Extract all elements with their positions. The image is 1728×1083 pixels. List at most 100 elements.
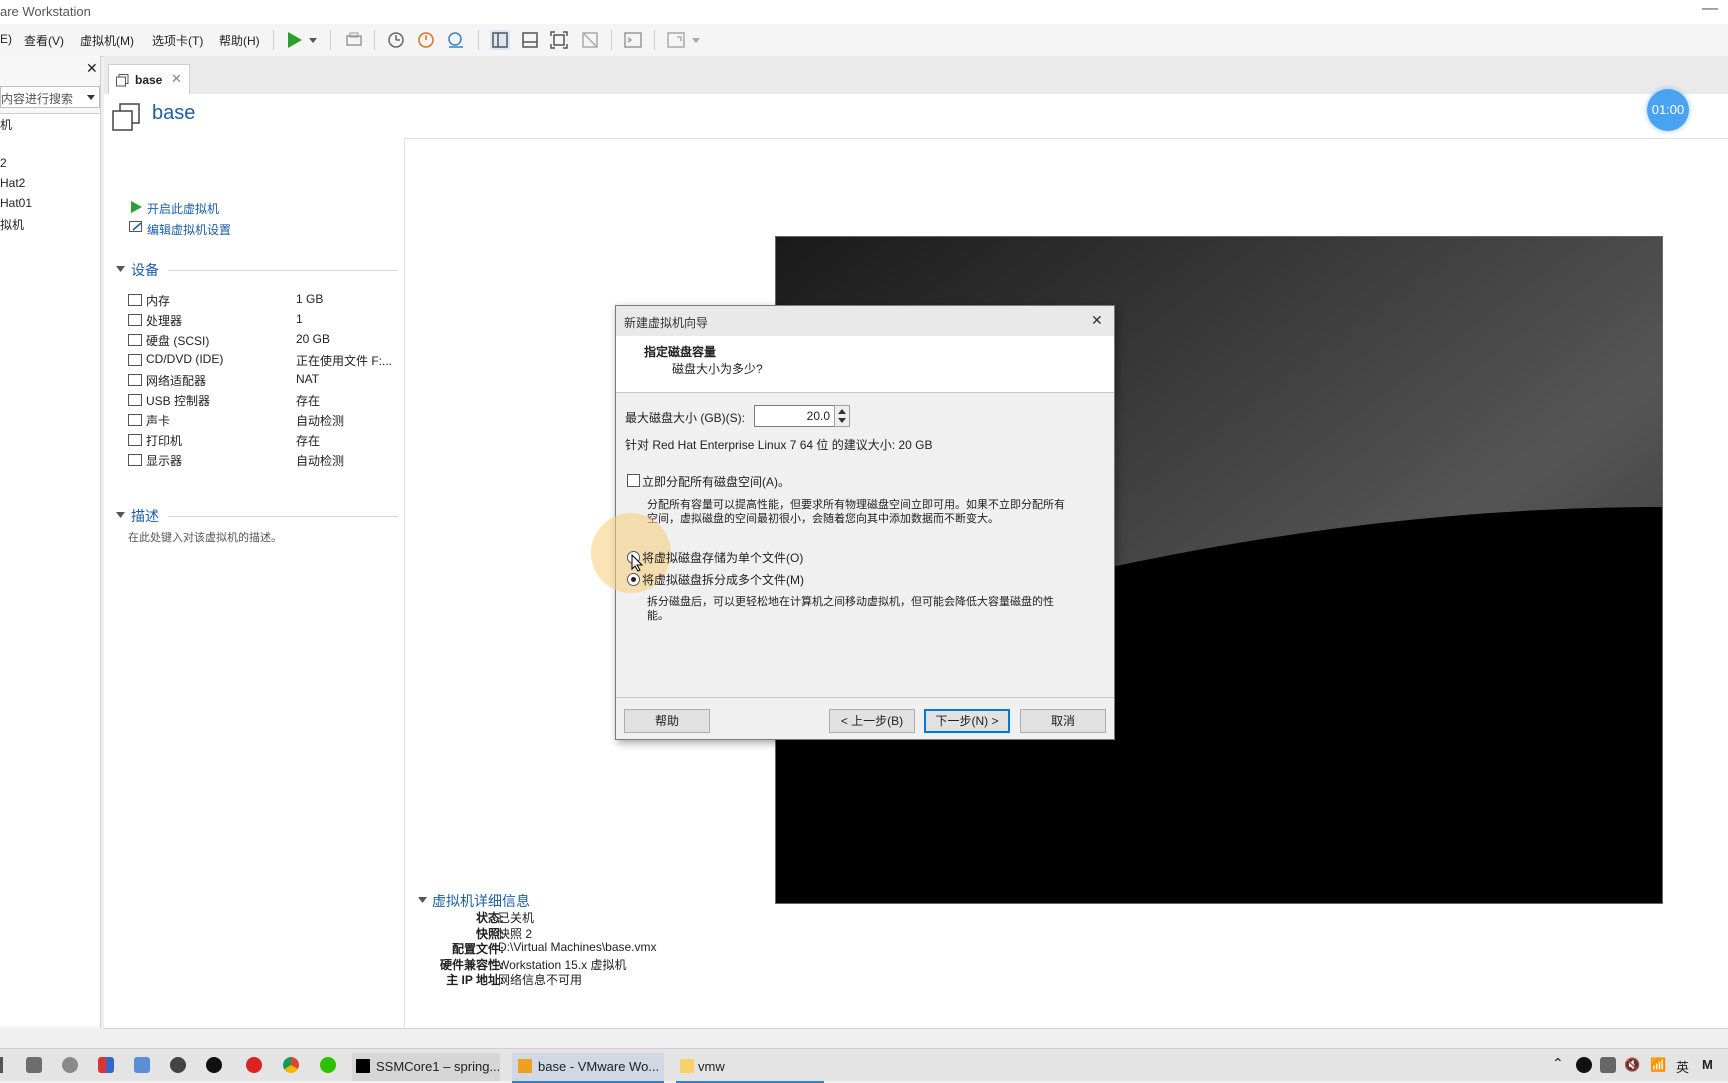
tray-m-icon[interactable]: M <box>1702 1057 1713 1072</box>
qq-icon[interactable] <box>206 1057 222 1073</box>
recording-timer[interactable]: 01:00 <box>1647 89 1689 131</box>
qq-tray-icon[interactable] <box>1576 1057 1592 1073</box>
thumbnail-bar-icon[interactable] <box>520 30 540 50</box>
detail-value: 快照 2 <box>498 926 533 941</box>
collapse-icon[interactable] <box>116 512 125 518</box>
separator <box>273 30 274 50</box>
max-size-value: 20.0 <box>806 409 830 423</box>
snapshot-manager-icon[interactable] <box>446 30 466 50</box>
chevron-down-icon[interactable] <box>309 38 317 44</box>
close-icon[interactable]: ✕ <box>86 60 98 77</box>
gear-icon[interactable] <box>170 1057 186 1073</box>
taskbar-app-vmware[interactable]: base - VMware Wo... <box>512 1053 664 1083</box>
device-name[interactable]: 内存 <box>146 292 170 309</box>
multi-file-label[interactable]: 将虚拟磁盘拆分成多个文件(M) <box>642 571 804 588</box>
device-name[interactable]: 硬盘 (SCSI) <box>146 332 209 349</box>
wechat-icon[interactable] <box>320 1057 336 1073</box>
chevron-down-icon[interactable] <box>87 95 95 101</box>
detail-value: Workstation 15.x 虚拟机 <box>498 957 627 972</box>
device-name[interactable]: 网络适配器 <box>146 372 206 389</box>
device-name[interactable]: USB 控制器 <box>146 392 210 409</box>
tree-item[interactable]: 2 <box>0 156 7 170</box>
settings-app-icon[interactable] <box>62 1057 78 1073</box>
collapse-icon[interactable] <box>418 897 427 903</box>
dialog-subheading: 磁盘大小为多少? <box>672 362 763 376</box>
task-app-label: base - VMware Wo... <box>538 1059 660 1074</box>
description-placeholder[interactable]: 在此处键入对该虚拟机的描述。 <box>128 529 282 545</box>
device-name[interactable]: 显示器 <box>146 452 182 469</box>
tree-item[interactable]: Hat01 <box>0 196 32 210</box>
ime-indicator[interactable]: 英 <box>1676 1057 1689 1076</box>
taskbar-app-intellij[interactable]: SSMCore1 – spring... <box>352 1053 500 1081</box>
device-value: 存在 <box>296 434 321 448</box>
details-section-title[interactable]: 虚拟机详细信息 <box>432 891 530 911</box>
menu-view[interactable]: 查看(V) <box>24 32 64 49</box>
allocate-checkbox[interactable] <box>627 474 640 487</box>
tab-strip: base ✕ <box>104 56 1728 95</box>
minimize-icon[interactable]: — <box>1702 0 1718 18</box>
edit-settings-icon[interactable] <box>129 221 143 233</box>
calculator-icon[interactable] <box>26 1057 42 1073</box>
device-value: 正在使用文件 F:... <box>296 354 393 368</box>
allocate-desc-line2: 空间，虚拟磁盘的空间最初很小，会随着您向其中添加数据而不断变大。 <box>647 513 999 525</box>
tree-item[interactable]: 机 <box>0 116 12 133</box>
tab-base[interactable]: base ✕ <box>108 64 190 95</box>
taskbar-app-folder[interactable]: vmw <box>676 1053 824 1083</box>
close-tab-icon[interactable]: ✕ <box>171 71 182 87</box>
edit-settings-link[interactable]: 编辑虚拟机设置 <box>147 221 231 238</box>
devices-section-title[interactable]: 设备 <box>131 260 159 280</box>
snapshot-icon[interactable] <box>386 30 406 50</box>
next-button[interactable]: 下一步(N) > <box>924 709 1010 733</box>
dialog-heading: 指定磁盘容量 <box>644 345 717 359</box>
tree-item[interactable]: Hat2 <box>0 176 25 190</box>
play-icon[interactable] <box>284 30 304 50</box>
multi-desc-line2: 能。 <box>647 610 669 622</box>
help-button[interactable]: 帮助 <box>624 709 710 733</box>
game-controller-icon[interactable] <box>134 1057 150 1073</box>
spin-down-icon[interactable] <box>838 418 846 424</box>
device-name[interactable]: 处理器 <box>146 312 182 329</box>
back-button[interactable]: < 上一步(B) <box>829 709 915 733</box>
play-icon[interactable] <box>130 201 142 213</box>
cpu-icon <box>128 314 142 326</box>
unity-icon[interactable] <box>580 30 600 50</box>
volume-icon[interactable]: 🔇 <box>1624 1057 1640 1073</box>
power-on-link[interactable]: 开启此虚拟机 <box>147 200 219 217</box>
sound-icon <box>128 414 142 426</box>
wifi-icon[interactable]: 📶 <box>1650 1057 1666 1073</box>
device-name[interactable]: 打印机 <box>146 432 182 449</box>
menu-help[interactable]: 帮助(H) <box>219 32 260 49</box>
menu-vm[interactable]: 虚拟机(M) <box>80 32 134 49</box>
battery-icon[interactable] <box>1600 1057 1616 1073</box>
chevron-down-icon[interactable] <box>692 38 700 44</box>
library-view-icon[interactable] <box>490 30 510 50</box>
revert-snapshot-icon[interactable] <box>416 30 436 50</box>
multi-file-radio[interactable] <box>627 573 640 586</box>
device-name[interactable]: 声卡 <box>146 412 170 429</box>
tree-item[interactable]: 拟机 <box>0 216 24 233</box>
library-search-input[interactable]: 内容进行搜索 <box>0 86 100 108</box>
size-spinner[interactable] <box>834 405 850 427</box>
netease-music-icon[interactable] <box>246 1057 262 1073</box>
console-icon[interactable] <box>623 30 643 50</box>
collapse-icon[interactable] <box>116 266 125 272</box>
fullscreen-icon[interactable] <box>549 30 569 50</box>
menu-edit[interactable]: E) <box>0 32 12 46</box>
suspend-icon[interactable] <box>344 30 364 50</box>
stretch-icon[interactable] <box>666 30 686 50</box>
separator <box>330 30 331 50</box>
chrome-icon[interactable] <box>283 1057 299 1073</box>
max-size-input[interactable]: 20.0 <box>754 405 836 427</box>
allocate-label[interactable]: 立即分配所有磁盘空间(A)。 <box>642 473 790 490</box>
spin-up-icon[interactable] <box>838 408 846 414</box>
single-file-label[interactable]: 将虚拟磁盘存储为单个文件(O) <box>642 549 803 566</box>
detail-value: D:\Virtual Machines\base.vmx <box>498 940 657 954</box>
close-icon[interactable]: ✕ <box>1091 312 1103 329</box>
description-section-title[interactable]: 描述 <box>131 506 159 526</box>
title-bar: are Workstation — <box>0 0 1728 24</box>
chevron-up-icon[interactable]: ⌃ <box>1552 1055 1564 1072</box>
cancel-button[interactable]: 取消 <box>1020 709 1106 733</box>
device-name[interactable]: CD/DVD (IDE) <box>146 352 223 366</box>
colorful-app-icon[interactable] <box>98 1057 114 1073</box>
menu-tabs[interactable]: 选项卡(T) <box>152 32 203 49</box>
